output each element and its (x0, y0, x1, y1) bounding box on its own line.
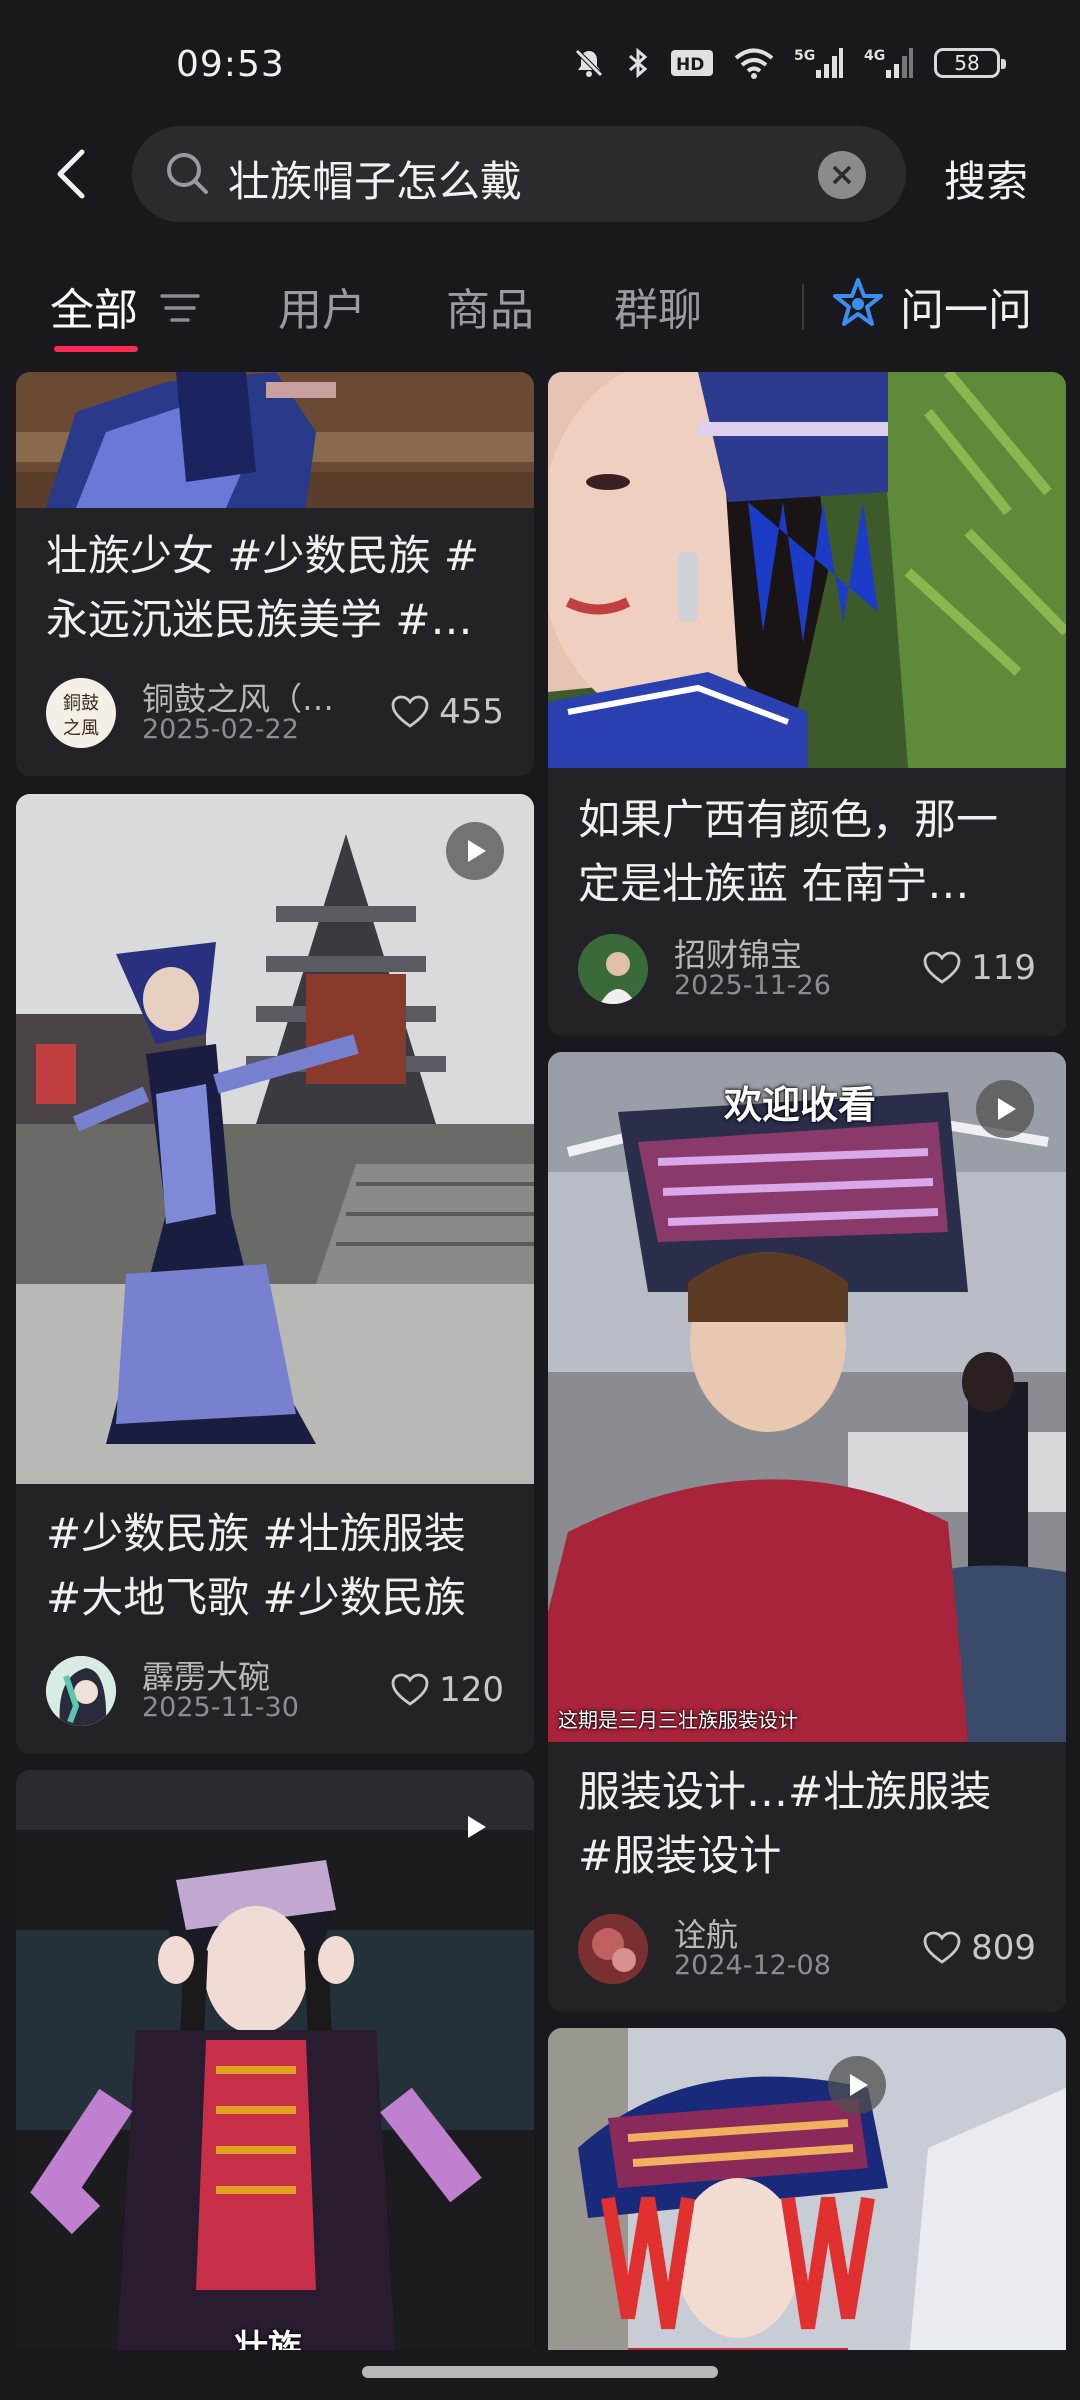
card-title: 壮族少女 #少数民族 #永远沉迷民族美学 #… (46, 531, 480, 644)
avatar-text-1: 銅鼓 (63, 693, 99, 714)
video-play-badge (828, 2056, 886, 2114)
search-input[interactable]: 壮族帽子怎么戴 (132, 126, 906, 222)
search-query[interactable]: 壮族帽子怎么戴 (228, 148, 522, 209)
play-icon (468, 1816, 486, 1838)
play-icon (468, 840, 486, 862)
avatar-text-2: 之風 (63, 718, 99, 739)
avatar-photo (578, 934, 648, 1004)
result-card-2[interactable]: 如果广西有颜色，那一定是壮族蓝 在南宁… 招财锦宝 2025-11-26 119 (548, 372, 1066, 1036)
video-overlay-caption: 壮族 (234, 2328, 302, 2352)
close-icon (832, 165, 852, 185)
mute-icon (572, 46, 606, 80)
card-image (548, 1052, 1066, 1742)
card-image (548, 2028, 1066, 2352)
tab-users[interactable]: 用户 (278, 274, 366, 338)
search-button[interactable]: 搜索 (944, 148, 1028, 209)
like-button[interactable]: 455 (391, 692, 504, 732)
card-image (548, 372, 1066, 768)
home-indicator[interactable] (362, 2366, 718, 2378)
battery-icon: 58 (934, 48, 1006, 78)
results-feed: 壮族少女 #少数民族 #永远沉迷民族美学 #… 銅鼓 之風 铜鼓之风（… 2025… (0, 372, 1080, 2352)
ai-star-icon[interactable] (830, 276, 886, 332)
status-icons: HD 5G 4G 58 (572, 46, 1006, 80)
search-header: 壮族帽子怎么戴 搜索 (0, 126, 1080, 222)
chevron-left-icon (57, 149, 85, 199)
wifi-icon (734, 46, 774, 80)
avatar[interactable]: 銅鼓 之風 (46, 678, 116, 748)
post-date: 2025-02-22 (142, 714, 299, 745)
bluetooth-icon (626, 46, 650, 80)
card-image (16, 1770, 534, 2352)
card-title: 服装设计…#壮族服装 #服装设计 (578, 1767, 992, 1880)
post-date: 2025-11-26 (674, 970, 831, 1001)
tab-all[interactable]: 全部 (50, 274, 138, 338)
avatar-logo: 銅鼓之風 (63, 693, 99, 739)
result-card-6[interactable] (548, 2028, 1066, 2352)
network-2-label: 4G (864, 48, 885, 64)
avatar[interactable] (578, 934, 648, 1004)
signal-4g-icon: 4G (864, 46, 914, 80)
play-icon (850, 2074, 868, 2096)
clear-search-button[interactable] (818, 151, 866, 199)
like-button[interactable]: 119 (923, 948, 1036, 988)
avatar-illustration (46, 1656, 116, 1726)
result-card-1[interactable]: 壮族少女 #少数民族 #永远沉迷民族美学 #… 銅鼓 之風 铜鼓之风（… 2025… (16, 372, 534, 776)
play-icon (998, 1098, 1016, 1120)
tab-group-chats[interactable]: 群聊 (614, 274, 702, 338)
avatar[interactable] (578, 1914, 648, 1984)
network-1-label: 5G (794, 48, 815, 64)
signal-5g-icon: 5G (794, 46, 844, 80)
hd-icon: HD (670, 46, 714, 80)
like-count: 809 (971, 1928, 1036, 1968)
card-title: 如果广西有颜色，那一定是壮族蓝 在南宁… (578, 795, 999, 908)
result-card-5[interactable]: 壮族 (16, 1770, 534, 2352)
heart-icon (391, 695, 429, 728)
ask-button[interactable]: 问一问 (900, 274, 1032, 338)
card-author-row: 霹雳大碗 2025-11-30 120 (46, 1656, 504, 1728)
video-overlay-title: 欢迎收看 (724, 1083, 877, 1127)
like-count: 120 (439, 1670, 504, 1710)
filter-icon[interactable] (158, 288, 202, 328)
avatar-photo (578, 1914, 648, 1984)
search-tabs: 全部 用户 商品 群聊 问一问 (0, 262, 1080, 358)
battery-level: 58 (954, 51, 980, 75)
post-date: 2024-12-08 (674, 1950, 831, 1981)
heart-icon (923, 951, 961, 984)
card-image (16, 372, 534, 508)
video-play-badge (446, 1798, 504, 1856)
result-card-3[interactable]: #少数民族 #壮族服装 #大地飞歌 #少数民族 … 霹雳大碗 2025-11-3… (16, 794, 534, 1754)
heart-icon (391, 1673, 429, 1706)
avatar[interactable] (46, 1656, 116, 1726)
status-time: 09:53 (176, 44, 285, 85)
video-overlay-caption: 这期是三月三壮族服装设计 (558, 1708, 798, 1732)
like-button[interactable]: 809 (923, 1928, 1036, 1968)
video-play-badge (446, 822, 504, 880)
like-button[interactable]: 120 (391, 1670, 504, 1710)
search-icon (167, 153, 208, 194)
hd-label: HD (676, 55, 704, 75)
back-button[interactable] (44, 144, 104, 204)
like-count: 119 (971, 948, 1036, 988)
status-bar: 09:53 HD 5G 4G 58 (0, 0, 1080, 130)
card-author-row: 銅鼓 之風 铜鼓之风（… 2025-02-22 455 (46, 678, 504, 750)
like-count: 455 (439, 692, 504, 732)
video-play-badge (976, 1080, 1034, 1138)
tab-products[interactable]: 商品 (446, 274, 534, 338)
heart-icon (923, 1931, 961, 1964)
active-tab-indicator (54, 346, 138, 352)
card-author-row: 诠航 2024-12-08 809 (578, 1914, 1036, 1986)
tab-divider (802, 284, 804, 330)
result-card-4[interactable]: 欢迎收看 这期是三月三壮族服装设计 服装设计…#壮族服装 #服装设计 诠航 20… (548, 1052, 1066, 2012)
card-author-row: 招财锦宝 2025-11-26 119 (578, 934, 1036, 1006)
post-date: 2025-11-30 (142, 1692, 299, 1723)
card-image (16, 794, 534, 1484)
